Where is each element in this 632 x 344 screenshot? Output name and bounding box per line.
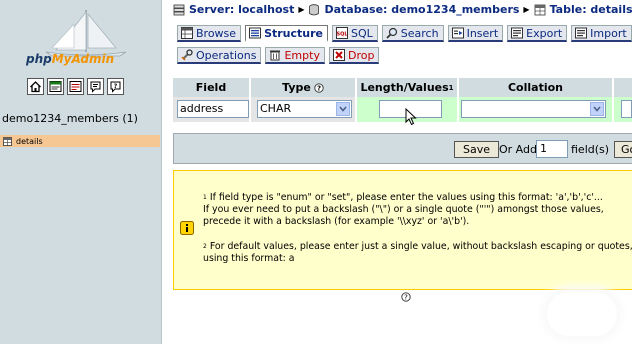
breadcrumb-server[interactable]: Server: localhost xyxy=(189,3,294,16)
extra-select[interactable] xyxy=(621,100,632,118)
table-icon xyxy=(534,4,545,15)
tab-label: Export xyxy=(526,26,563,40)
home-icon[interactable] xyxy=(27,78,44,95)
tab-structure[interactable]: Structure xyxy=(245,25,328,42)
notice-box: 1 If field type is "enum" or "set", plea… xyxy=(173,170,632,290)
help-icon[interactable]: ? xyxy=(314,82,324,93)
navigation-frame: phpMyAdmin ? demo1234_members (1) detail… xyxy=(0,0,162,344)
tab-label: SQL xyxy=(351,26,373,40)
tab-sql[interactable]: SQL SQL xyxy=(332,25,378,42)
operations-icon xyxy=(181,49,193,61)
breadcrumb-database[interactable]: Database: demo1234_members xyxy=(324,3,519,16)
tab-import[interactable]: Import xyxy=(571,25,632,42)
tab-label: Browse xyxy=(196,26,237,40)
collation-cell xyxy=(459,97,612,122)
database-title[interactable]: demo1234_members (1) xyxy=(2,112,138,125)
tab-search[interactable]: Search xyxy=(381,25,444,42)
tab-bar: Browse Structure SQL SQL Search Insert E… xyxy=(177,25,632,42)
breadcrumb-table[interactable]: Table: details xyxy=(550,3,632,16)
import-icon xyxy=(575,27,588,39)
tab-label: Insert xyxy=(466,26,499,40)
mouse-cursor-icon xyxy=(405,108,417,126)
tab-bar-secondary: Operations Empty Drop xyxy=(177,47,380,64)
help-icon[interactable]: ? xyxy=(401,292,411,302)
svg-text:SQL: SQL xyxy=(336,32,348,38)
sql-window-icon[interactable] xyxy=(47,78,64,95)
svg-text:?: ? xyxy=(114,83,118,90)
sql-query-icon[interactable] xyxy=(67,78,84,95)
sql-icon: SQL xyxy=(336,27,348,39)
sidebar-table-label: details xyxy=(16,136,43,146)
blurred-overlay xyxy=(547,292,617,336)
svg-text:?: ? xyxy=(317,84,321,92)
sidebar-toolbar: ? xyxy=(27,78,124,95)
go-button[interactable]: Go xyxy=(614,141,632,158)
add-fields-count-input[interactable]: 1 xyxy=(536,140,568,158)
drop-icon xyxy=(332,49,345,61)
tab-label: Drop xyxy=(347,48,375,62)
svg-text:?: ? xyxy=(404,294,408,302)
extra-cell xyxy=(614,97,632,122)
tab-label: Empty xyxy=(284,48,320,62)
server-icon xyxy=(173,4,185,15)
field-cell: address xyxy=(173,97,249,122)
save-bar: Save Or Add 1 field(s) Go xyxy=(173,133,632,164)
sidebar-table-item[interactable]: details xyxy=(0,135,160,147)
table-icon[interactable] xyxy=(3,136,12,146)
browse-icon xyxy=(181,27,193,39)
export-icon xyxy=(511,27,524,39)
structure-icon xyxy=(249,27,262,39)
docs-icon[interactable] xyxy=(87,78,104,95)
main-frame: Server: localhost ▶ Database: demo1234_m… xyxy=(163,0,632,344)
tab-export[interactable]: Export xyxy=(507,25,568,42)
tab-label: Operations xyxy=(196,48,257,62)
collation-select[interactable] xyxy=(461,100,606,118)
empty-icon xyxy=(270,50,281,61)
tab-operations[interactable]: Operations xyxy=(177,47,262,64)
enum-set-footnote: 1 If field type is "enum" or "set", plea… xyxy=(203,192,604,227)
tab-label: Structure xyxy=(264,26,323,40)
breadcrumb: Server: localhost ▶ Database: demo1234_m… xyxy=(173,3,632,16)
tab-browse[interactable]: Browse xyxy=(177,25,242,42)
tab-label: Import xyxy=(590,26,627,40)
header-extra xyxy=(614,78,632,97)
chevron-down-icon[interactable] xyxy=(590,102,604,116)
field-edit-table: Field Type ? Length/Values 1 Collation ad… xyxy=(173,78,632,126)
logo-text: phpMyAdmin xyxy=(26,52,115,66)
tab-empty[interactable]: Empty xyxy=(265,47,325,64)
help-icon[interactable]: ? xyxy=(107,78,124,95)
breadcrumb-separator-icon: ▶ xyxy=(523,5,530,14)
tab-drop[interactable]: Drop xyxy=(328,47,380,64)
fields-label: field(s) xyxy=(571,143,610,156)
chevron-down-icon[interactable] xyxy=(336,102,350,116)
breadcrumb-separator-icon: ▶ xyxy=(298,5,305,14)
header-collation: Collation xyxy=(459,78,612,97)
info-notice-icon xyxy=(180,221,194,235)
search-icon xyxy=(386,27,397,39)
type-select[interactable]: CHAR xyxy=(257,100,352,118)
or-add-label: Or Add xyxy=(499,143,537,156)
tab-label: Search xyxy=(400,26,439,40)
database-icon xyxy=(309,3,320,15)
type-cell: CHAR xyxy=(251,97,355,122)
header-type: Type ? xyxy=(251,78,355,97)
header-field: Field xyxy=(173,78,249,97)
default-values-footnote: 2 For default values, please enter just … xyxy=(203,241,632,264)
tab-insert[interactable]: Insert xyxy=(447,25,504,42)
header-length-values: Length/Values 1 xyxy=(357,78,457,97)
field-name-input[interactable]: address xyxy=(177,100,249,118)
save-button[interactable]: Save xyxy=(454,141,500,158)
insert-icon xyxy=(451,27,464,39)
